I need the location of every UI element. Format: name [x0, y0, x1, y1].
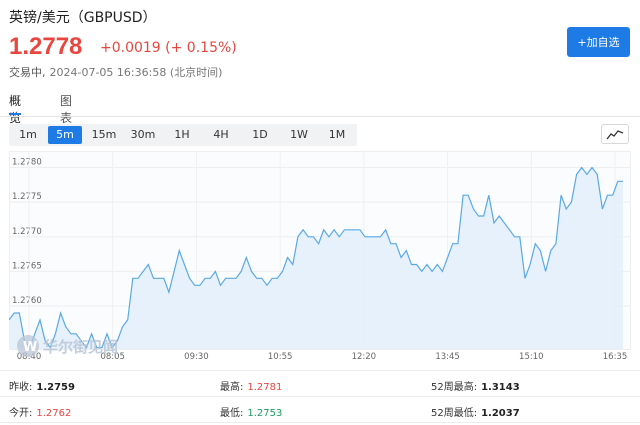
- stat-prev-close: 昨收: 1.2759: [9, 378, 75, 393]
- current-price: 1.2778: [9, 33, 83, 60]
- period-1w[interactable]: 1W: [282, 126, 316, 144]
- line-chart-icon: [606, 130, 624, 140]
- chart-style-toggle[interactable]: [601, 124, 629, 144]
- stat-52w-high: 52周最高: 1.3143: [431, 378, 520, 393]
- stats-divider-bottom: [0, 422, 640, 423]
- svg-text:W: W: [23, 340, 37, 355]
- price-change: +0.0019 (+ 0.15%): [100, 40, 237, 56]
- stats-divider-top: [0, 370, 640, 371]
- instrument-title: 英镑/美元（GBPUSD）: [9, 10, 157, 26]
- y-tick-label: 1.2775: [12, 192, 42, 202]
- stat-high: 最高: 1.2781: [220, 378, 282, 393]
- y-tick-label: 1.2760: [12, 296, 42, 306]
- stat-value: 1.2762: [36, 408, 72, 419]
- stats-divider-mid: [0, 396, 640, 397]
- y-tick-label: 1.2770: [12, 227, 42, 237]
- x-tick-label: 16:35: [603, 352, 628, 362]
- x-tick-label: 09:30: [184, 352, 209, 362]
- svg-text:华尔街见闻: 华尔街见闻: [43, 338, 118, 356]
- quote-timestamp: 2024-07-05 16:36:58 (北京时间): [49, 66, 223, 79]
- stat-value: 1.2753: [247, 408, 283, 419]
- stat-low: 最低: 1.2753: [220, 404, 282, 419]
- y-tick-label: 1.2765: [12, 261, 42, 271]
- add-to-watchlist-button[interactable]: +加自选: [567, 27, 630, 57]
- period-1m[interactable]: 1m: [12, 126, 44, 144]
- period-30m[interactable]: 30m: [126, 126, 160, 144]
- y-tick-label: 1.2780: [12, 157, 42, 167]
- period-5m[interactable]: 5m: [48, 126, 82, 144]
- period-4h[interactable]: 4H: [204, 126, 238, 144]
- x-tick-label: 13:45: [435, 352, 460, 362]
- x-tick-label: 12:20: [352, 352, 377, 362]
- period-1h[interactable]: 1H: [165, 126, 199, 144]
- stat-label: 最低:: [220, 408, 244, 419]
- stat-label: 52周最高:: [431, 382, 478, 393]
- stat-value: 1.2759: [36, 382, 75, 393]
- tabs-divider: [0, 116, 640, 117]
- period-1mo[interactable]: 1M: [320, 126, 354, 144]
- stat-label: 最高:: [220, 382, 244, 393]
- stat-value: 1.2037: [481, 408, 520, 419]
- trading-status: 交易中, 2024-07-05 16:36:58 (北京时间): [9, 64, 222, 80]
- status-label: 交易中,: [9, 66, 46, 79]
- stat-value: 1.2781: [247, 382, 283, 393]
- tab-overview[interactable]: 概览: [9, 92, 22, 126]
- stat-label: 昨收:: [9, 382, 33, 393]
- watermark-logo: W 华尔街见闻: [17, 335, 118, 357]
- tab-chart[interactable]: 图表: [60, 92, 72, 126]
- stat-label: 今开:: [9, 408, 33, 419]
- period-1d[interactable]: 1D: [243, 126, 277, 144]
- stat-value: 1.3143: [481, 382, 520, 393]
- period-selector: 1m 5m 15m 30m 1H 4H 1D 1W 1M: [9, 124, 357, 146]
- x-tick-label: 10:55: [268, 352, 293, 362]
- stat-52w-low: 52周最低: 1.2037: [431, 404, 520, 419]
- stat-label: 52周最低:: [431, 408, 478, 419]
- stat-open: 今开: 1.2762: [9, 404, 71, 419]
- period-15m[interactable]: 15m: [87, 126, 121, 144]
- x-tick-label: 15:10: [519, 352, 544, 362]
